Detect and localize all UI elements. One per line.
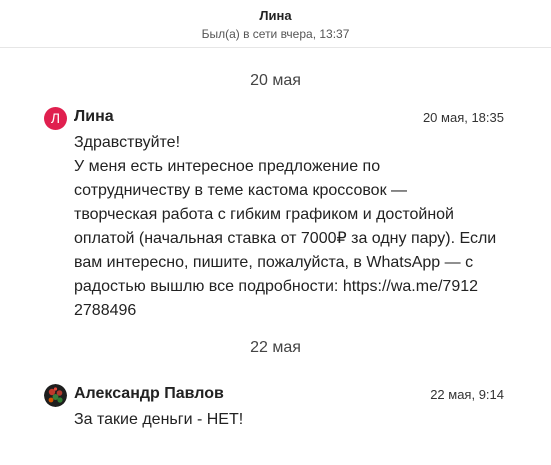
message-text: Здравствуйте! У меня есть интересное пре… — [74, 134, 497, 319]
avatar[interactable]: Л — [44, 107, 67, 130]
date-separator: 22 мая — [250, 339, 301, 356]
sender-name[interactable]: Александр Павлов — [74, 385, 224, 403]
date-separator: 20 мая — [250, 72, 301, 89]
contact-status: Был(а) в сети вчера, 13:37 — [201, 27, 350, 41]
message-item: Л Лина 20 мая, 18:35 Здравствуйте! У мен… — [44, 107, 504, 323]
avatar-image-icon — [44, 384, 67, 407]
chat-window: Лина Был(а) в сети вчера, 13:37 20 мая Л… — [0, 0, 551, 465]
message-time: 20 мая, 18:35 — [422, 110, 504, 125]
message-time: 22 мая, 9:14 — [430, 387, 504, 402]
avatar[interactable] — [44, 384, 67, 407]
contact-name[interactable]: Лина — [0, 8, 551, 23]
message-item: Александр Павлов 22 мая, 9:14 За такие д… — [44, 384, 504, 434]
sender-name[interactable]: Лина — [74, 108, 114, 126]
chat-header: Лина Был(а) в сети вчера, 13:37 — [0, 0, 551, 48]
message-text: За такие деньги - НЕТ! — [74, 411, 244, 428]
avatar-letter: Л — [50, 110, 61, 126]
